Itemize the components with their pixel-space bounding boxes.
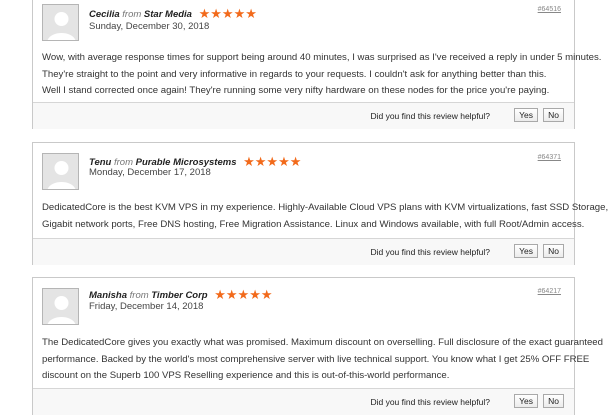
review-id-link[interactable]: #64516 [538, 6, 561, 13]
review-line: Well I stand corrected once again! They'… [42, 85, 550, 96]
helpful-yes-button[interactable]: Yes [514, 108, 538, 122]
review-text: The DedicatedCore gives you exactly what… [42, 335, 603, 385]
review-line: Gigabit network ports, Free DNS hosting,… [42, 218, 585, 230]
review-footer: Did you find this review helpful? Yes No [33, 102, 574, 129]
review-card: Tenu from Purable Microsystems ★★★★★ Mon… [32, 142, 608, 265]
helpful-question: Did you find this review helpful? [370, 247, 490, 257]
helpful-question: Did you find this review helpful? [370, 397, 490, 407]
review-card: Manisha from Timber Corp ★★★★★ Friday, D… [32, 277, 603, 415]
review-line: Wow, with average response times for sup… [42, 52, 602, 63]
review-footer: Did you find this review helpful? Yes No [33, 388, 574, 415]
review-line: DedicatedCore is the best KVM VPS in my … [42, 202, 608, 213]
review-line: discount on the Superb 100 VPS Reselling… [42, 370, 450, 381]
star-rating: ★★★★★ [214, 287, 273, 302]
helpful-no-button[interactable]: No [543, 394, 564, 408]
review-card: Cecilia from Star Media ★★★★★ Sunday, De… [32, 0, 602, 129]
review-id-link[interactable]: #64217 [538, 288, 561, 295]
review-line: They're straight to the point and very i… [42, 68, 547, 80]
review-text: Wow, with average response times for sup… [42, 50, 602, 100]
review-date: Monday, December 17, 2018 [89, 167, 211, 178]
review-date: Sunday, December 30, 2018 [89, 21, 210, 32]
reviewer-company: Star Media [143, 9, 192, 20]
helpful-yes-button[interactable]: Yes [514, 394, 538, 408]
reviewer-name: Manisha [89, 290, 128, 301]
avatar [42, 288, 79, 325]
helpful-question: Did you find this review helpful? [370, 111, 490, 121]
helpful-no-button[interactable]: No [543, 108, 564, 122]
avatar [42, 153, 79, 190]
review-date: Friday, December 14, 2018 [89, 301, 204, 312]
from-label: from [129, 290, 149, 301]
reviewer-name: Cecilia [89, 9, 120, 20]
reviewer-company: Timber Corp [151, 290, 208, 301]
review-author: Cecilia from Star Media ★★★★★ [89, 6, 257, 22]
from-label: from [122, 9, 142, 20]
review-footer: Did you find this review helpful? Yes No [33, 238, 574, 265]
avatar [42, 4, 79, 41]
review-line: performance. Backed by the world's most … [42, 353, 590, 365]
helpful-yes-button[interactable]: Yes [514, 244, 538, 258]
star-rating: ★★★★★ [243, 154, 302, 169]
review-line: The DedicatedCore gives you exactly what… [42, 337, 603, 348]
helpful-no-button[interactable]: No [543, 244, 564, 258]
star-rating: ★★★★★ [198, 6, 257, 21]
review-text: DedicatedCore is the best KVM VPS in my … [42, 200, 608, 233]
review-id-link[interactable]: #64371 [538, 154, 561, 161]
